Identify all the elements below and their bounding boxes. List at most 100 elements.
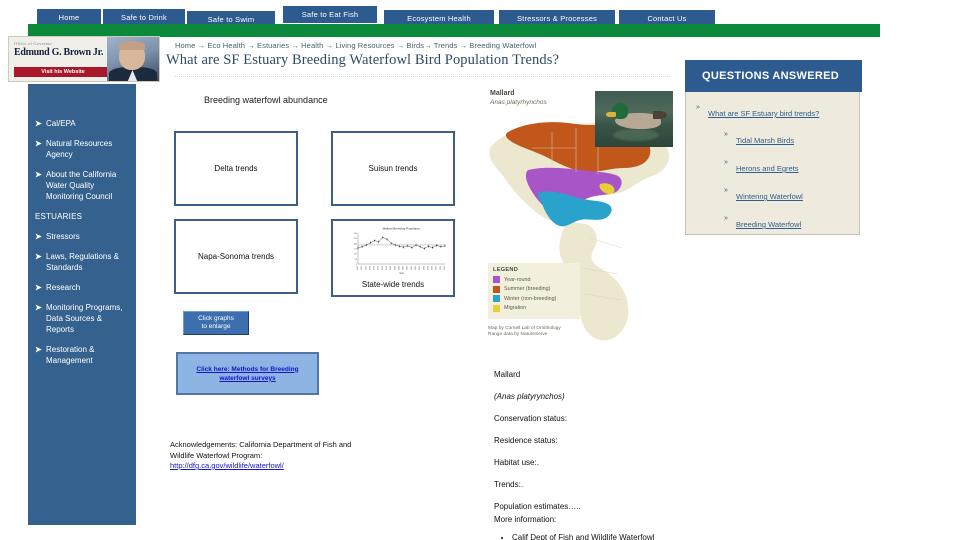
enlarge-line-1: Click graphs xyxy=(198,315,234,322)
governor-banner-text: Office of Governor Edmund G. Brown Jr. xyxy=(14,41,112,59)
sidebar-item-label: Stressors xyxy=(46,232,80,241)
sidebar-item-natural-resources-agency[interactable]: ➤ Natural Resources Agency xyxy=(28,138,136,160)
map-legend-title: LEGEND xyxy=(493,267,519,273)
methods-link[interactable]: Click here: Methods for Breeding waterfo… xyxy=(184,365,311,383)
chevron-double-right-icon: » xyxy=(724,159,728,166)
svg-text:175: 175 xyxy=(354,249,358,251)
sidebar-item-label: Laws, Regulations & Standards xyxy=(46,252,119,272)
nav-tab-label: Safe to Drink xyxy=(121,13,167,22)
page-root: Home Safe to Drink Safe to Swim Safe to … xyxy=(0,0,960,540)
svg-text:233: 233 xyxy=(354,243,358,245)
left-sidebar: ➤ Cal/EPA ➤ Natural Resources Agency ➤ A… xyxy=(28,84,136,525)
acknowledgements-block: Acknowledgements: California Department … xyxy=(170,440,360,472)
nav-tab-label: Safe to Swim xyxy=(207,15,255,24)
acknowledgements-text: Acknowledgements: California Department … xyxy=(170,440,352,460)
svg-text:2010: 2010 xyxy=(432,266,434,270)
svg-text:Year: Year xyxy=(399,272,404,275)
svg-text:2000: 2000 xyxy=(390,266,392,270)
legend-row-year-round: Year-round xyxy=(493,276,575,283)
state-wide-trend-thumbnail-chart[interactable]: Mallard Breeding Population 0 58 117 175 233 2… xyxy=(341,225,449,276)
sidebar-item-laws-regulations-standards[interactable]: ➤ Laws, Regulations & Standards xyxy=(28,251,136,273)
visit-website-button[interactable]: Visit his Website xyxy=(14,67,112,77)
species-info-population-estimates: Population estimates….. xyxy=(494,502,581,511)
svg-text:117: 117 xyxy=(354,254,358,256)
svg-text:1998: 1998 xyxy=(382,266,384,270)
acknowledgements-url-link[interactable]: http://dfg.ca.gov/wildlife/waterfowl/ xyxy=(170,461,284,470)
sidebar-section-heading-estuaries: ESTUARIES xyxy=(35,212,83,221)
sidebar-item-monitoring-programs[interactable]: ➤ Monitoring Programs, Data Sources & Re… xyxy=(28,302,136,335)
breadcrumb[interactable]: Home → Eco Health → Estuaries → Health →… xyxy=(175,41,536,50)
species-info-trends: Trends:. xyxy=(494,480,524,489)
questions-answered-panel: QUESTIONS ANSWERED » What are SF Estuary… xyxy=(685,60,862,235)
svg-text:2006: 2006 xyxy=(415,266,417,270)
nav-tab-label: Contact Us xyxy=(647,14,687,23)
svg-text:Mallard Breeding Population: Mallard Breeding Population xyxy=(383,227,421,231)
sidebar-item-about-council[interactable]: ➤ About the California Water Quality Mon… xyxy=(28,169,136,202)
chevron-double-right-icon: » xyxy=(724,187,728,194)
sidebar-item-label: Restoration & Management xyxy=(46,345,95,365)
svg-text:2008: 2008 xyxy=(423,266,425,270)
map-credit: Map by Cornell Lab of Ornithology Range … xyxy=(488,326,561,338)
legend-label: Summer (breeding) xyxy=(504,286,551,292)
sidebar-item-label: Natural Resources Agency xyxy=(46,139,113,159)
sidebar-item-stressors[interactable]: ➤ Stressors xyxy=(28,231,136,242)
sidebar-item-research[interactable]: ➤ Research xyxy=(28,282,136,293)
svg-text:58: 58 xyxy=(355,259,358,261)
more-information-heading: More information: xyxy=(494,515,557,524)
methods-link-button[interactable]: Click here: Methods for Breeding waterfo… xyxy=(176,352,319,395)
arrow-bullet-icon: ➤ xyxy=(35,303,42,312)
species-info-scientific-name: (Anas platyrynchos) xyxy=(494,392,565,401)
abundance-section-label: Breeding waterfowl abundance xyxy=(204,95,328,105)
qa-link-row-breeding-waterfowl[interactable]: » Breeding Waterfowl xyxy=(686,214,861,232)
sidebar-item-label: Cal/EPA xyxy=(46,119,76,128)
svg-text:2012: 2012 xyxy=(440,266,442,270)
qa-link-wintering-waterfowl[interactable]: Wintering Waterfowl xyxy=(736,192,803,202)
map-credit-line-2: Range data by NatureServe xyxy=(488,332,548,337)
svg-text:2011: 2011 xyxy=(436,266,438,270)
trend-box-label: Napa-Sonoma trends xyxy=(197,252,275,261)
trend-box-delta[interactable]: Delta trends xyxy=(174,131,298,206)
svg-text:2001: 2001 xyxy=(394,266,396,270)
map-species-scientific-name: Anas platyrhynchos xyxy=(490,99,547,106)
sidebar-item-restoration-management[interactable]: ➤ Restoration & Management xyxy=(28,344,136,366)
qa-link-sf-estuary-bird-trends[interactable]: What are SF Estuary bird trends? xyxy=(708,109,819,119)
qa-link-herons-and-egrets[interactable]: Herons and Egrets xyxy=(736,164,799,174)
mallard-photo xyxy=(595,91,673,147)
legend-label: Winter (non-breeding) xyxy=(504,295,557,302)
trend-box-state-wide[interactable]: Mallard Breeding Population 0 58 117 175 233 2… xyxy=(331,219,455,297)
species-info-residence-status: Residence status: xyxy=(494,436,558,445)
arrow-bullet-icon: ➤ xyxy=(35,139,42,148)
trend-box-napa-sonoma[interactable]: Napa-Sonoma trends xyxy=(174,219,298,294)
qa-link-breeding-waterfowl[interactable]: Breeding Waterfowl xyxy=(736,220,801,230)
legend-swatch-migration xyxy=(493,304,500,312)
qa-link-row-tidal-marsh-birds[interactable]: » Tidal Marsh Birds xyxy=(686,130,861,148)
governor-banner[interactable]: Office of Governor Edmund G. Brown Jr. V… xyxy=(8,36,160,82)
title-divider xyxy=(175,76,670,77)
trend-box-suisun[interactable]: Suisun trends xyxy=(331,131,455,206)
svg-text:2007: 2007 xyxy=(419,266,421,270)
arrow-bullet-icon: ➤ xyxy=(35,232,42,241)
chevron-double-right-icon: » xyxy=(724,215,728,222)
governor-portrait-photo xyxy=(107,37,159,81)
questions-answered-title: QUESTIONS ANSWERED xyxy=(685,60,862,92)
svg-text:1992: 1992 xyxy=(357,266,359,270)
qa-link-row-herons-and-egrets[interactable]: » Herons and Egrets xyxy=(686,158,861,176)
arrow-bullet-icon: ➤ xyxy=(35,345,42,354)
click-graphs-to-enlarge-button[interactable]: Click graphs to enlarge xyxy=(183,311,249,335)
legend-label: Migration xyxy=(504,305,527,311)
svg-text:1999: 1999 xyxy=(386,266,388,270)
svg-text:2013: 2013 xyxy=(444,266,446,270)
qa-link-row-wintering-waterfowl[interactable]: » Wintering Waterfowl xyxy=(686,186,861,204)
arrow-bullet-icon: ➤ xyxy=(35,170,42,179)
svg-text:350: 350 xyxy=(354,233,358,235)
questions-answered-links: » What are SF Estuary bird trends? » Tid… xyxy=(686,103,861,242)
sidebar-item-calepa[interactable]: ➤ Cal/EPA xyxy=(28,118,136,129)
svg-text:1993: 1993 xyxy=(361,266,363,270)
map-species-common-name: Mallard xyxy=(490,90,515,97)
nav-tab-safe-to-eat-fish[interactable]: Safe to Eat Fish xyxy=(282,6,378,23)
legend-swatch-year-round xyxy=(493,276,500,283)
trend-box-label: Delta trends xyxy=(214,164,258,173)
qa-link-tidal-marsh-birds[interactable]: Tidal Marsh Birds xyxy=(736,136,794,146)
qa-link-row-sf-estuary-bird-trends[interactable]: » What are SF Estuary bird trends? xyxy=(686,103,861,121)
more-information-item[interactable]: Calif Dept of Fish and Wildlife Waterfow… xyxy=(512,533,854,540)
